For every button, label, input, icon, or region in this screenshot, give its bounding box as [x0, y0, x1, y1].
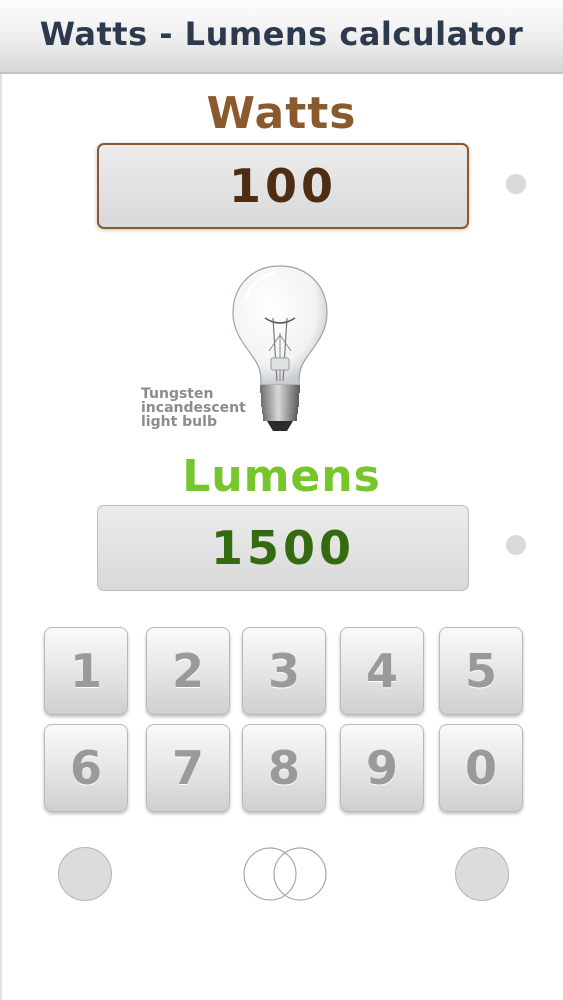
bulb-caption-line-3: light bulb — [141, 414, 217, 430]
left-edge-divider — [0, 74, 2, 1000]
key-4[interactable]: 4 — [340, 627, 424, 715]
watts-label: Watts — [206, 88, 357, 139]
lumens-label: Lumens — [182, 451, 381, 502]
key-5[interactable]: 5 — [439, 627, 523, 715]
key-2[interactable]: 2 — [146, 627, 230, 715]
key-8[interactable]: 8 — [242, 724, 326, 812]
bulb-caption-line-1: Tungsten — [141, 386, 214, 402]
bulb-caption: Tungsten incandescent light bulb — [141, 387, 261, 429]
lumens-display[interactable]: 1500 — [97, 505, 469, 591]
key-3[interactable]: 3 — [242, 627, 326, 715]
bulb-caption-line-2: incandescent — [141, 400, 246, 416]
left-round-button[interactable] — [58, 847, 112, 901]
overlapping-circles-icon[interactable] — [242, 845, 328, 903]
lumens-value: 1500 — [210, 521, 356, 575]
lumens-indicator-dot[interactable] — [506, 535, 526, 555]
key-9[interactable]: 9 — [340, 724, 424, 812]
app-title: Watts - Lumens calculator — [39, 15, 524, 53]
right-round-button[interactable] — [455, 847, 509, 901]
key-7[interactable]: 7 — [146, 724, 230, 812]
app-header: Watts - Lumens calculator — [0, 0, 563, 74]
watts-value: 100 — [228, 159, 338, 213]
watts-indicator-dot[interactable] — [506, 174, 526, 194]
key-0[interactable]: 0 — [439, 724, 523, 812]
watts-display[interactable]: 100 — [97, 143, 469, 229]
key-1[interactable]: 1 — [44, 627, 128, 715]
key-6[interactable]: 6 — [44, 724, 128, 812]
